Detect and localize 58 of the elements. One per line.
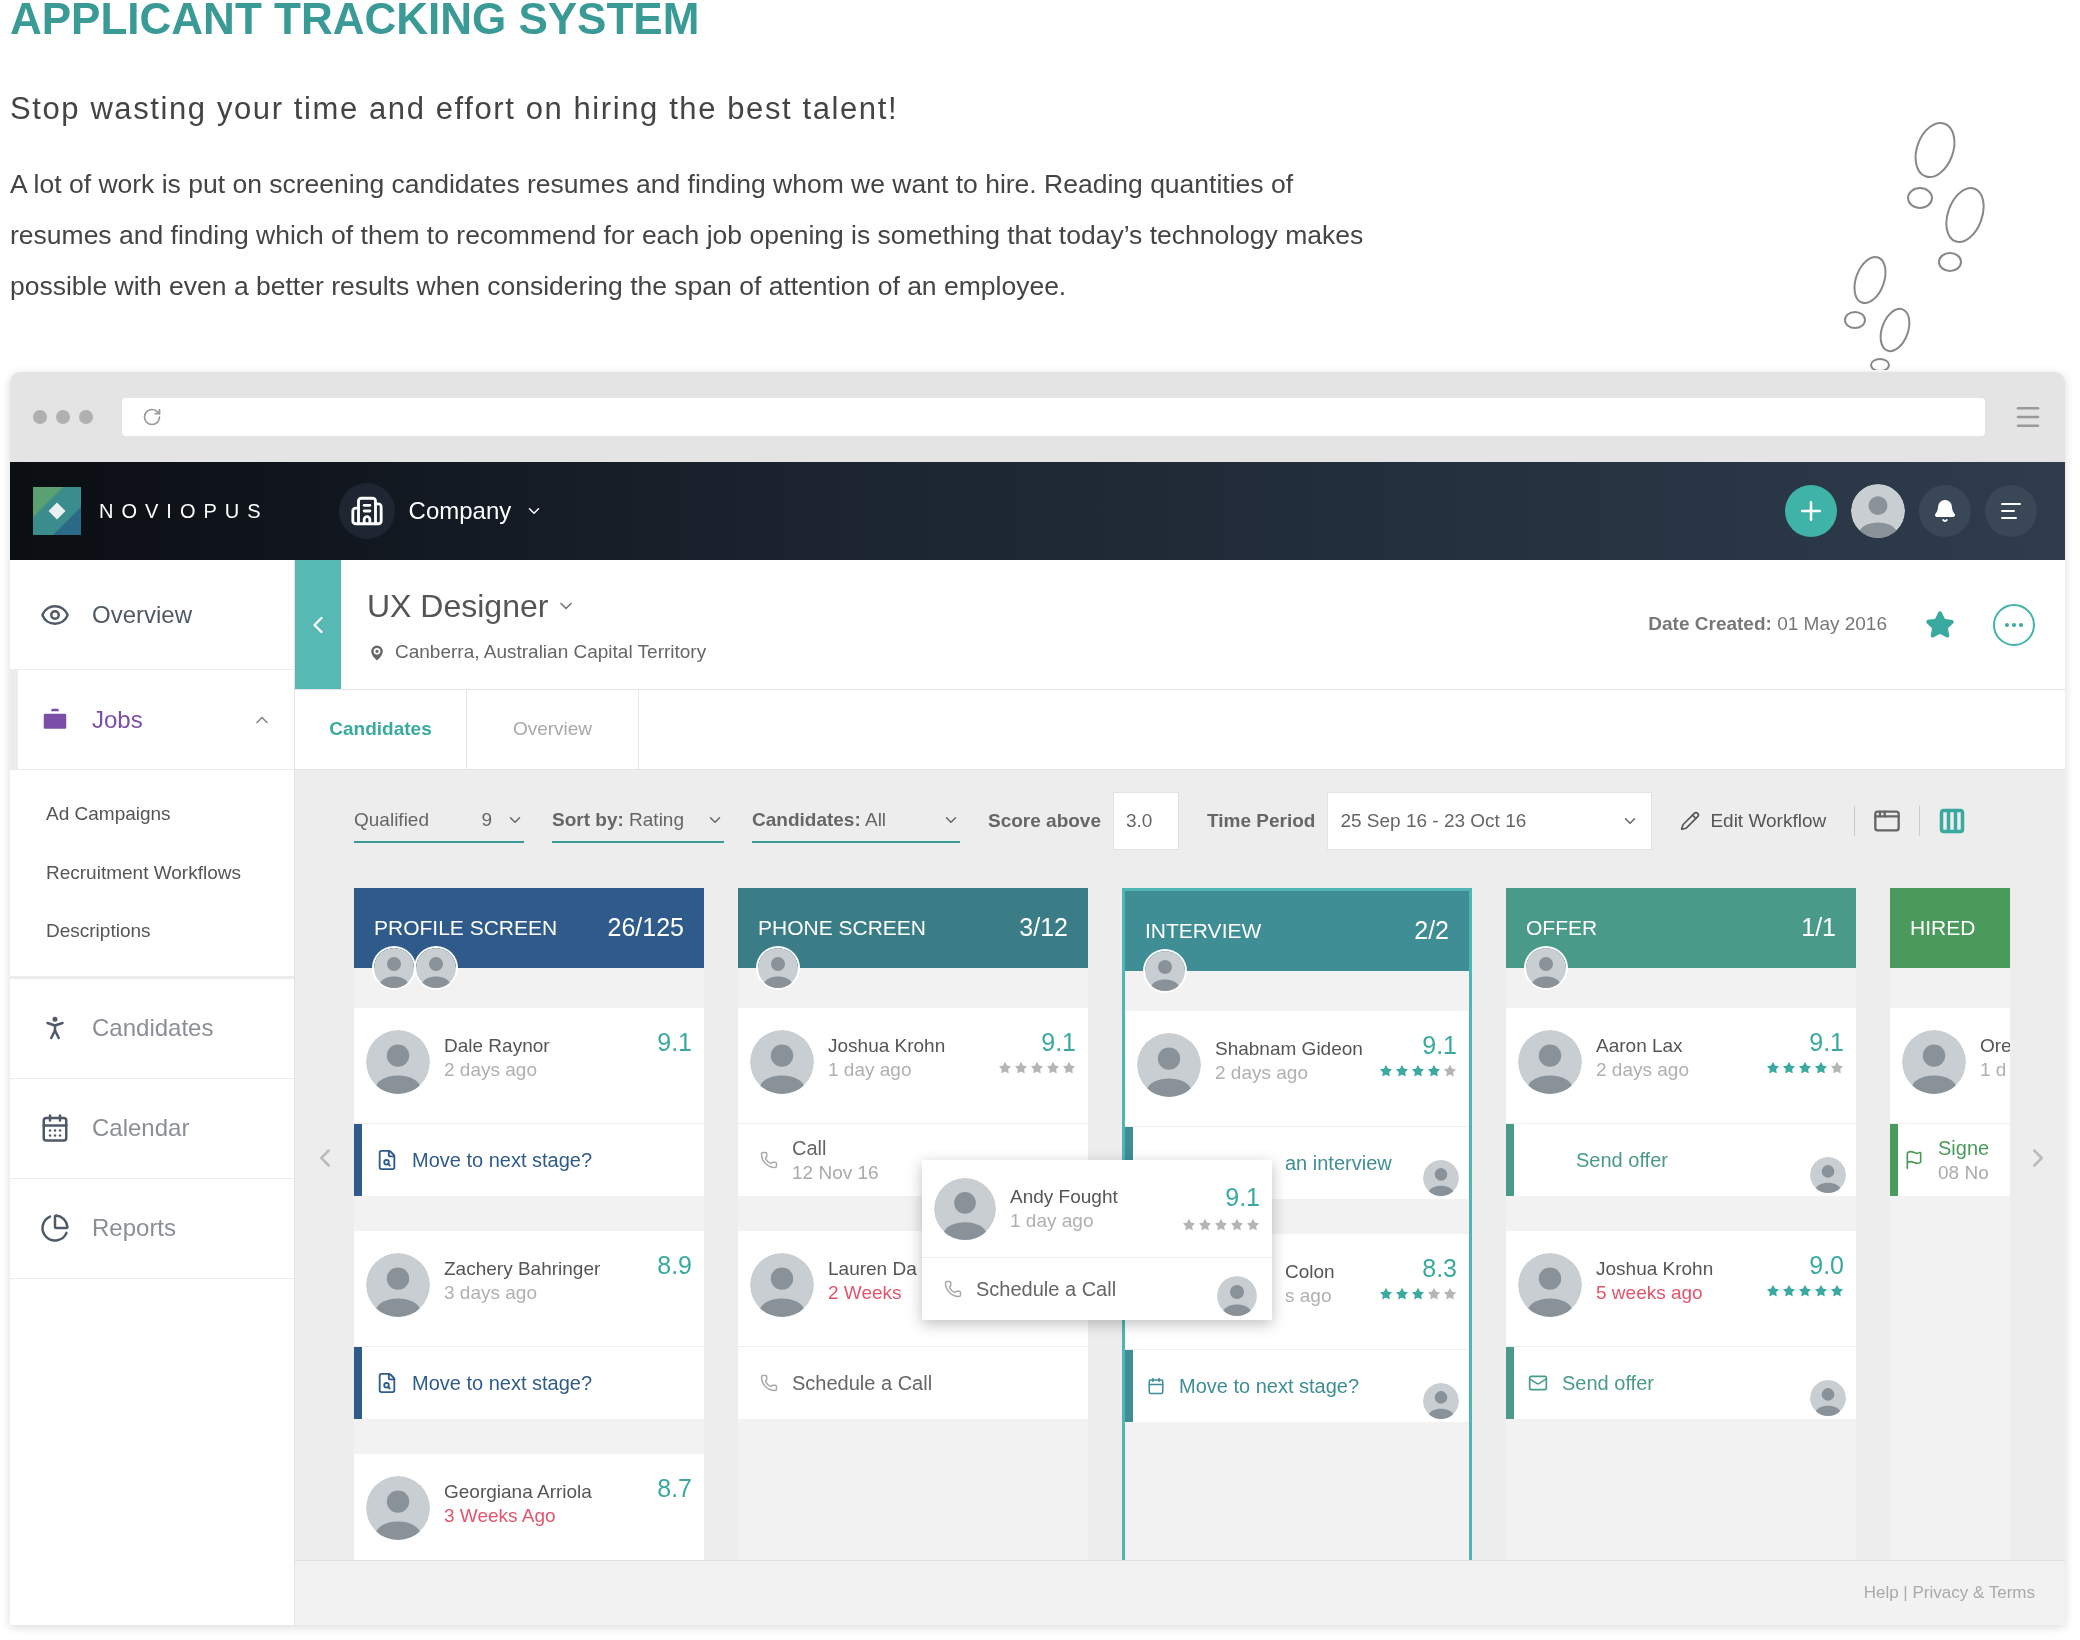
score: 9.1 — [1422, 1033, 1457, 1058]
score: 8.9 — [657, 1253, 692, 1278]
candidate-name: Lauren Da — [828, 1257, 917, 1281]
job-title: UX Designer — [367, 587, 549, 627]
candidate-age: 1 day ago — [828, 1057, 912, 1082]
candidate-name: Ore — [1980, 1034, 2010, 1058]
stage-count: 26/125 — [607, 912, 684, 944]
action-label: Move to next stage? — [412, 1370, 593, 1396]
page-subtitle: Stop wasting your time and effort on hiring the best talent! — [10, 90, 900, 128]
candidate-name: Colon — [1285, 1260, 1335, 1284]
candidate-name: Zachery Bahringer — [444, 1257, 601, 1281]
candidate-name: Joshua Krohn — [828, 1034, 946, 1058]
brand-name: NOVIOPUS — [99, 499, 269, 524]
stage-title: OFFER — [1526, 915, 1598, 942]
score: 9.1 — [657, 1030, 692, 1055]
stage-count: 2/2 — [1414, 915, 1449, 947]
job-location: Canberra, Australian Capital Territory — [395, 640, 707, 665]
candidate-age: 2 Weeks — [828, 1280, 902, 1305]
stage-count: 3/12 — [1019, 912, 1068, 944]
action-date: 08 No — [1938, 1160, 1990, 1185]
candidate-name: Joshua Krohn — [1596, 1257, 1714, 1281]
candidate-age: 1 day ago — [1010, 1208, 1095, 1233]
action-label: Move to next stage? — [412, 1147, 593, 1173]
time-period-label: Time Period — [1207, 808, 1316, 833]
score: 8.3 — [1422, 1256, 1457, 1281]
candidate-age: 3 Weeks Ago — [444, 1503, 556, 1528]
candidate-age: 2 days ago — [1596, 1057, 1689, 1082]
candidate-name: Aaron Lax — [1596, 1034, 1683, 1058]
date-created: Date Created: 01 May 2016 — [1648, 612, 1887, 637]
action-label: Send offer — [1576, 1147, 1668, 1173]
candidate-name: Georgiana Arriola — [444, 1480, 592, 1504]
action-label: Send offer — [1562, 1370, 1654, 1396]
action-label: Move to next stage? — [1179, 1373, 1360, 1399]
score: 8.7 — [657, 1476, 692, 1501]
candidate-age: s ago — [1285, 1283, 1332, 1308]
stage-title: HIRED — [1910, 915, 1976, 942]
score: 9.1 — [1041, 1030, 1076, 1055]
action-label: Call — [792, 1135, 828, 1161]
candidate-age: 1 d — [1980, 1057, 2007, 1082]
stage-title: INTERVIEW — [1145, 918, 1262, 945]
score: 9.1 — [1809, 1030, 1844, 1055]
action-label: Schedule a Call — [792, 1370, 933, 1396]
action-date: 12 Nov 16 — [792, 1160, 879, 1185]
page-title: APPLICANT TRACKING SYSTEM — [10, 0, 701, 42]
candidate-age: 5 weeks ago — [1596, 1280, 1703, 1305]
score-label: Score above — [988, 808, 1101, 833]
action-label: Signe — [1938, 1135, 1990, 1161]
score: 9.0 — [1809, 1253, 1844, 1278]
action-label: an interview — [1285, 1150, 1392, 1176]
candidate-age: 2 days ago — [444, 1057, 537, 1082]
candidate-name: Dale Raynor — [444, 1034, 550, 1058]
intro-paragraph: A lot of work is put on screening candidates resumes and finding whom we want to hire. Reading quantities of resumes and finding which of them to recommend for each job opening is something that today’s technology makes possible with even a better results when considering the span of attention of an employee. — [10, 167, 1365, 303]
stage-count: 1/1 — [1801, 912, 1836, 944]
candidate-age: 3 days ago — [444, 1280, 537, 1305]
stage-title: PHONE SCREEN — [758, 915, 927, 942]
stage-title: PROFILE SCREEN — [374, 915, 558, 942]
candidate-age: 2 days ago — [1215, 1060, 1308, 1085]
candidate-name: Shabnam Gideon — [1215, 1037, 1363, 1061]
